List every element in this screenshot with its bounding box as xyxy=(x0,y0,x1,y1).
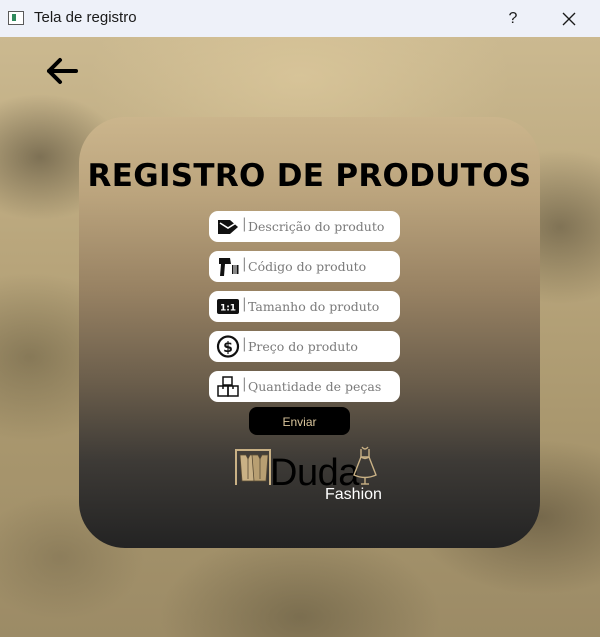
description-field: | xyxy=(209,211,400,242)
dollar-coin-icon: $ xyxy=(216,335,240,358)
field-separator: | xyxy=(242,256,247,272)
svg-text:$: $ xyxy=(223,340,233,356)
quantity-input[interactable] xyxy=(247,375,394,397)
dress-icon xyxy=(353,446,377,485)
barcode-scanner-icon xyxy=(219,258,239,276)
size-input[interactable] xyxy=(247,295,394,317)
registration-card: REGISTRO DE PRODUTOS | | xyxy=(79,117,540,548)
price-field: $ | xyxy=(209,331,400,362)
title-bar: Tela de registro ? xyxy=(0,0,600,37)
help-button[interactable]: ? xyxy=(498,2,528,35)
svg-text:1:1: 1:1 xyxy=(220,304,236,314)
boxes-icon xyxy=(217,376,239,397)
tag-icon xyxy=(218,220,238,234)
close-button[interactable] xyxy=(545,2,593,35)
submit-button[interactable]: Enviar xyxy=(249,407,350,435)
brand-logo: Duda Fashion xyxy=(232,445,392,507)
size-field: 1:1 | xyxy=(209,291,400,322)
registration-window: Tela de registro ? REGISTRO DE PRODUTOS … xyxy=(0,0,600,637)
brand-subtitle: Fashion xyxy=(325,486,382,503)
field-separator: | xyxy=(242,336,247,352)
ratio-icon: 1:1 xyxy=(217,299,239,314)
close-icon xyxy=(562,12,576,25)
window-title: Tela de registro xyxy=(34,9,137,26)
field-separator: | xyxy=(242,376,247,392)
app-icon xyxy=(8,11,24,25)
main-content: REGISTRO DE PRODUTOS | | xyxy=(0,37,600,637)
quantity-field: | xyxy=(209,371,400,402)
clothes-rack-icon xyxy=(235,449,271,485)
arrow-left-icon[interactable] xyxy=(44,55,82,87)
description-input[interactable] xyxy=(247,215,394,237)
field-separator: | xyxy=(242,296,247,312)
field-separator: | xyxy=(242,216,247,232)
code-input[interactable] xyxy=(247,255,394,277)
page-title: REGISTRO DE PRODUTOS xyxy=(87,158,532,194)
code-field: | xyxy=(209,251,400,282)
price-input[interactable] xyxy=(247,335,394,357)
